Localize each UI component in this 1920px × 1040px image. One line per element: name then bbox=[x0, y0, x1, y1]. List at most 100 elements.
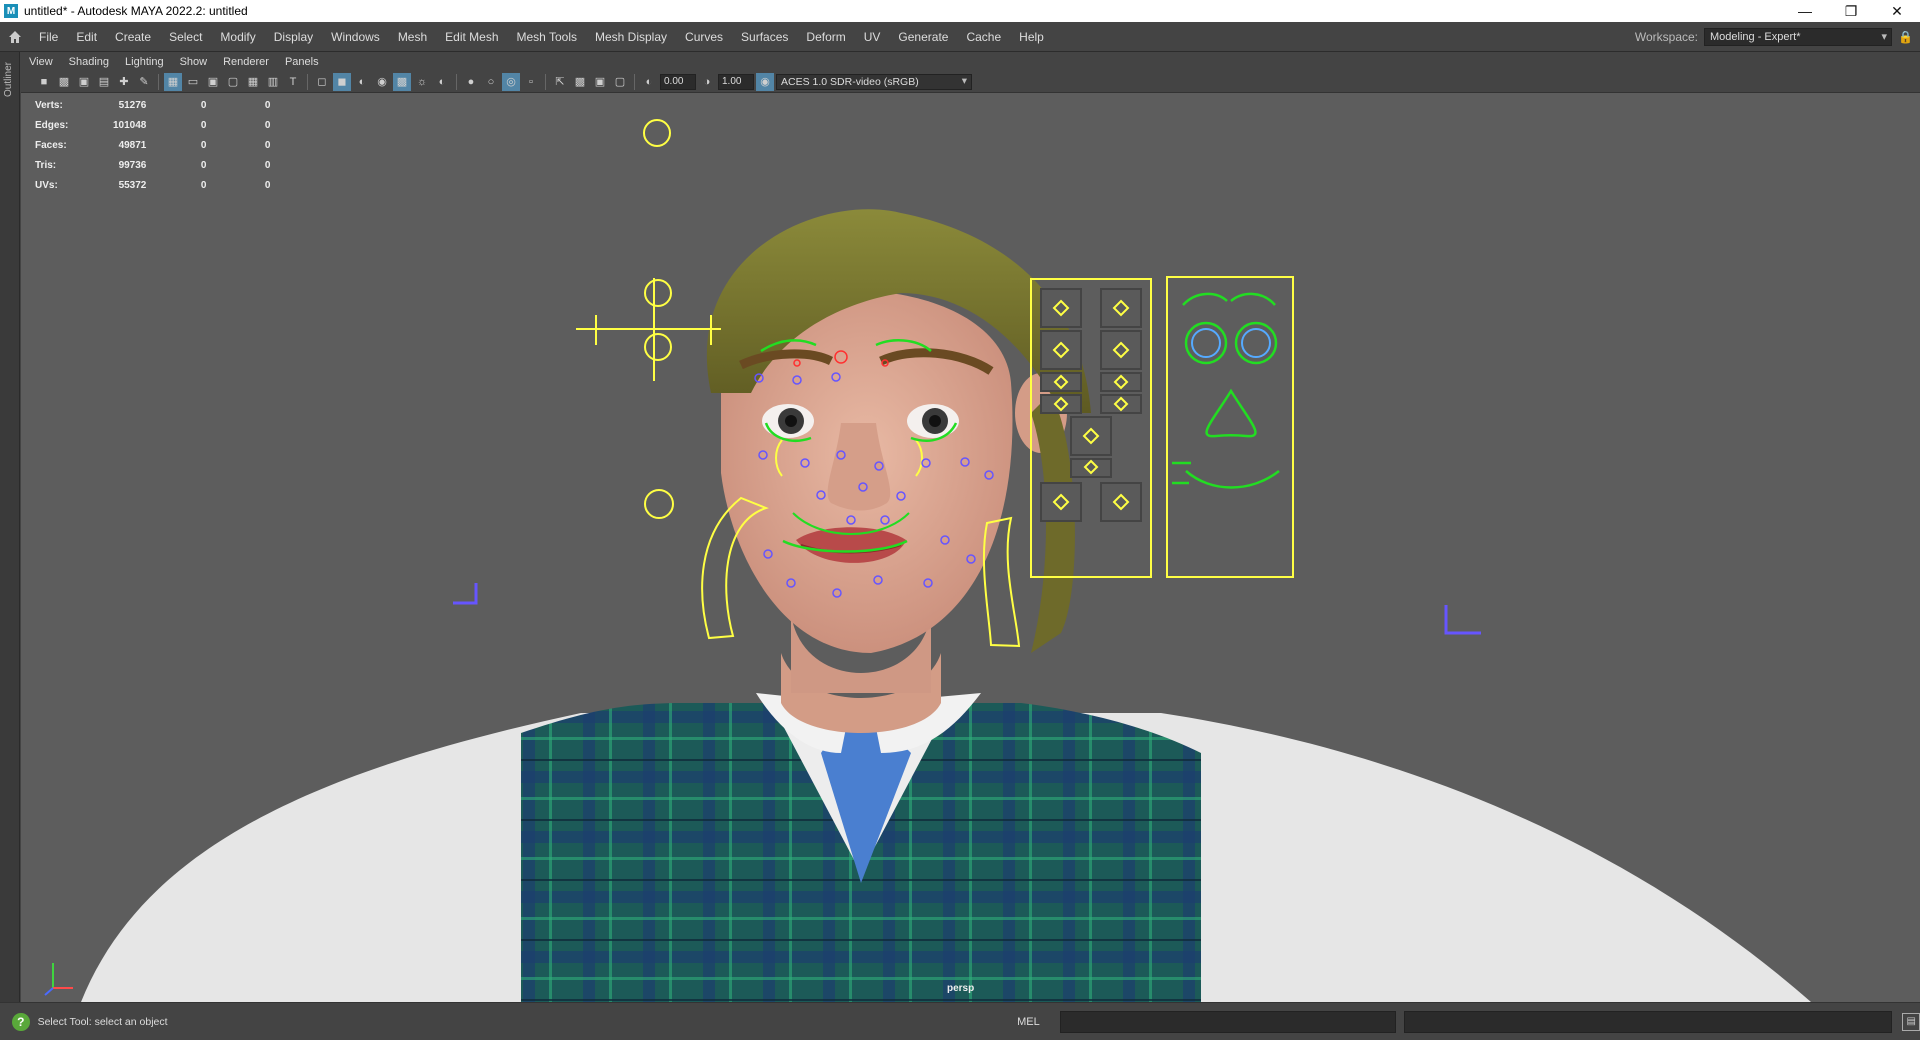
restore-button[interactable]: ❐ bbox=[1828, 0, 1874, 22]
minimize-icon: — bbox=[1798, 3, 1812, 19]
main-menu-bar: File Edit Create Select Modify Display W… bbox=[0, 22, 1920, 52]
toolbar-separator bbox=[545, 73, 546, 90]
isolate-select-icon[interactable]: ⇱ bbox=[551, 73, 569, 91]
toolbar-separator bbox=[307, 73, 308, 90]
toolbar-separator bbox=[634, 73, 635, 90]
motion-blur-icon[interactable]: ○ bbox=[482, 73, 500, 91]
hud-row: Verts: 51276 0 0 bbox=[35, 99, 271, 111]
menu-create[interactable]: Create bbox=[106, 22, 160, 52]
toolbar-separator bbox=[158, 73, 159, 90]
menu-curves[interactable]: Curves bbox=[676, 22, 732, 52]
panel-menu-bar: View Shading Lighting Show Renderer Pane… bbox=[21, 52, 1920, 71]
menu-generate[interactable]: Generate bbox=[889, 22, 957, 52]
script-editor-icon[interactable]: ▤ bbox=[1902, 1012, 1920, 1031]
gate-mask-icon[interactable]: ▢ bbox=[224, 73, 242, 91]
xray-joints-icon[interactable]: ▢ bbox=[611, 73, 629, 91]
screen-space-ao-icon[interactable]: ● bbox=[462, 73, 480, 91]
menu-mesh-tools[interactable]: Mesh Tools bbox=[508, 22, 586, 52]
close-icon: ✕ bbox=[1891, 2, 1903, 19]
menu-select[interactable]: Select bbox=[160, 22, 211, 52]
image-plane-icon[interactable]: ▤ bbox=[95, 73, 113, 91]
smooth-shade-icon[interactable]: ◼ bbox=[333, 72, 351, 91]
multisample-aa-icon[interactable]: ◎ bbox=[502, 72, 520, 91]
textured-icon[interactable]: ▩ bbox=[393, 72, 411, 91]
hud-row: UVs: 55372 0 0 bbox=[35, 179, 271, 191]
bookmark-icon[interactable]: ▣ bbox=[75, 73, 93, 91]
menu-mesh-display[interactable]: Mesh Display bbox=[586, 22, 676, 52]
grid-icon[interactable]: ▦ bbox=[164, 72, 182, 91]
safe-title-icon[interactable]: T bbox=[284, 73, 302, 91]
command-line: ? Select Tool: select an object MEL ▤ bbox=[0, 1002, 1920, 1040]
panel-menu-panels[interactable]: Panels bbox=[277, 56, 327, 68]
perspective-viewport[interactable]: Verts: 51276 0 0 Edges: 101048 0 0 Faces: 49871… bbox=[21, 93, 1920, 1002]
poly-count-hud: Verts: 51276 0 0 Edges: 101048 0 0 Faces: 49871… bbox=[35, 95, 298, 195]
minimize-button[interactable]: — bbox=[1782, 0, 1828, 22]
outliner-panel[interactable]: Outliner bbox=[0, 52, 20, 1002]
depth-of-field-icon[interactable]: ▫ bbox=[522, 73, 540, 91]
hud-row: Edges: 101048 0 0 bbox=[35, 119, 271, 131]
axis-gizmo bbox=[44, 963, 73, 996]
hud-row: Faces: 49871 0 0 bbox=[35, 139, 271, 151]
character-body[interactable] bbox=[81, 653, 1811, 1002]
lights-icon[interactable]: ☼ bbox=[413, 73, 431, 91]
default-material-icon[interactable]: ◐ bbox=[353, 73, 371, 91]
resolution-gate-icon[interactable]: ▣ bbox=[204, 73, 222, 91]
window-title: untitled* - Autodesk MAYA 2022.2: untitl… bbox=[24, 4, 248, 18]
wireframe-on-shaded-icon[interactable]: ◉ bbox=[373, 73, 391, 91]
menu-cache[interactable]: Cache bbox=[957, 22, 1010, 52]
home-button[interactable] bbox=[0, 22, 30, 52]
maya-icon: M bbox=[4, 4, 18, 18]
view-transform-dropdown[interactable]: ACES 1.0 SDR-video (sRGB) bbox=[776, 73, 972, 90]
menu-edit-mesh[interactable]: Edit Mesh bbox=[436, 22, 507, 52]
menu-modify[interactable]: Modify bbox=[211, 22, 264, 52]
restore-icon: ❐ bbox=[1844, 2, 1858, 19]
viewport-scene bbox=[44, 119, 1811, 1002]
camera-attributes-icon[interactable]: ▩ bbox=[55, 73, 73, 91]
home-icon bbox=[9, 30, 21, 43]
viewport-toolbar: ■ ▩ ▣ ▤ ✚ ✎ ▦ ▭ ▣ ▢ ▦ ▥ T ◻ ◼ ◐ ◉ ▩ ☼ ◐ … bbox=[21, 71, 1920, 93]
help-line-icon: ? bbox=[12, 1012, 30, 1031]
workspace-label: Workspace: bbox=[1634, 29, 1698, 44]
panel-menu-view[interactable]: View bbox=[21, 56, 61, 68]
grease-pencil-icon[interactable]: ✎ bbox=[135, 73, 153, 91]
camera-name-label: persp bbox=[947, 983, 975, 994]
command-result-field bbox=[1404, 1010, 1893, 1033]
panel-menu-shading[interactable]: Shading bbox=[61, 56, 117, 68]
gamma-field[interactable] bbox=[718, 73, 754, 90]
menu-uv[interactable]: UV bbox=[855, 22, 890, 52]
menu-edit[interactable]: Edit bbox=[67, 22, 106, 52]
shadows-icon[interactable]: ◐ bbox=[433, 73, 451, 91]
menu-help[interactable]: Help bbox=[1010, 22, 1053, 52]
wireframe-icon[interactable]: ◻ bbox=[313, 73, 331, 91]
safe-action-icon[interactable]: ▥ bbox=[264, 73, 282, 91]
script-type-toggle[interactable]: MEL bbox=[1017, 1016, 1060, 1028]
film-gate-icon[interactable]: ▭ bbox=[184, 73, 202, 91]
color-management-icon[interactable]: ◉ bbox=[756, 72, 774, 91]
panel-menu-lighting[interactable]: Lighting bbox=[117, 56, 172, 68]
outliner-label: Outliner bbox=[3, 62, 14, 98]
exposure-field[interactable] bbox=[660, 73, 696, 90]
gamma-icon[interactable]: ◑ bbox=[698, 73, 716, 91]
mel-command-input[interactable] bbox=[1060, 1010, 1397, 1033]
toolbar-separator bbox=[456, 73, 457, 90]
close-button[interactable]: ✕ bbox=[1874, 0, 1920, 22]
panel-menu-show[interactable]: Show bbox=[172, 56, 216, 68]
workspace-dropdown[interactable]: Modeling - Expert* bbox=[1704, 27, 1892, 46]
lock-icon[interactable]: 🔒 bbox=[1898, 30, 1913, 44]
field-chart-icon[interactable]: ▦ bbox=[244, 73, 262, 91]
menu-file[interactable]: File bbox=[30, 22, 67, 52]
xray-icon[interactable]: ▩ bbox=[571, 73, 589, 91]
menu-windows[interactable]: Windows bbox=[322, 22, 389, 52]
menu-display[interactable]: Display bbox=[265, 22, 322, 52]
panel-menu-renderer[interactable]: Renderer bbox=[215, 56, 277, 68]
title-bar: M untitled* - Autodesk MAYA 2022.2: unti… bbox=[0, 0, 1920, 22]
menu-mesh[interactable]: Mesh bbox=[389, 22, 436, 52]
menu-surfaces[interactable]: Surfaces bbox=[732, 22, 797, 52]
2d-pan-zoom-icon[interactable]: ✚ bbox=[115, 73, 133, 91]
menu-deform[interactable]: Deform bbox=[797, 22, 854, 52]
hud-row: Tris: 99736 0 0 bbox=[35, 159, 271, 171]
select-camera-icon[interactable]: ■ bbox=[35, 73, 53, 91]
exposure-icon[interactable]: ◐ bbox=[640, 73, 658, 91]
face-ui-eye-rings bbox=[1191, 328, 1271, 358]
xray-active-components-icon[interactable]: ▣ bbox=[591, 73, 609, 91]
